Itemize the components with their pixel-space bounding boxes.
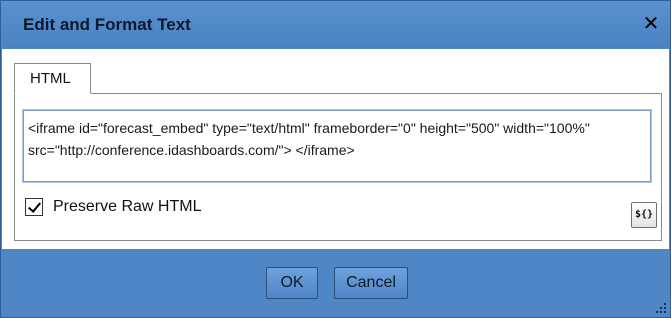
variable-insert-button[interactable]: ${}: [631, 202, 657, 228]
dialog-titlebar[interactable]: Edit and Format Text ✕: [1, 1, 670, 48]
dialog-title: Edit and Format Text: [23, 15, 191, 34]
close-icon[interactable]: ✕: [641, 13, 661, 33]
preserve-raw-html-label[interactable]: Preserve Raw HTML: [53, 198, 201, 216]
dialog-body: HTML <iframe id="forecast_embed" type="t…: [2, 49, 669, 249]
resize-grip-icon[interactable]: [652, 299, 668, 315]
preserve-raw-html-checkbox[interactable]: [25, 198, 43, 216]
ok-button[interactable]: OK: [266, 267, 318, 299]
dialog-footer: OK Cancel: [1, 249, 670, 317]
tab-html-label: HTML: [30, 70, 71, 87]
cancel-button[interactable]: Cancel: [334, 267, 408, 299]
html-source-textarea[interactable]: <iframe id="forecast_embed" type="text/h…: [23, 110, 651, 182]
edit-format-text-dialog: Edit and Format Text ✕ HTML <iframe id="…: [0, 0, 671, 318]
tab-html[interactable]: HTML: [14, 63, 91, 94]
tab-content-panel: <iframe id="forecast_embed" type="text/h…: [14, 93, 662, 241]
